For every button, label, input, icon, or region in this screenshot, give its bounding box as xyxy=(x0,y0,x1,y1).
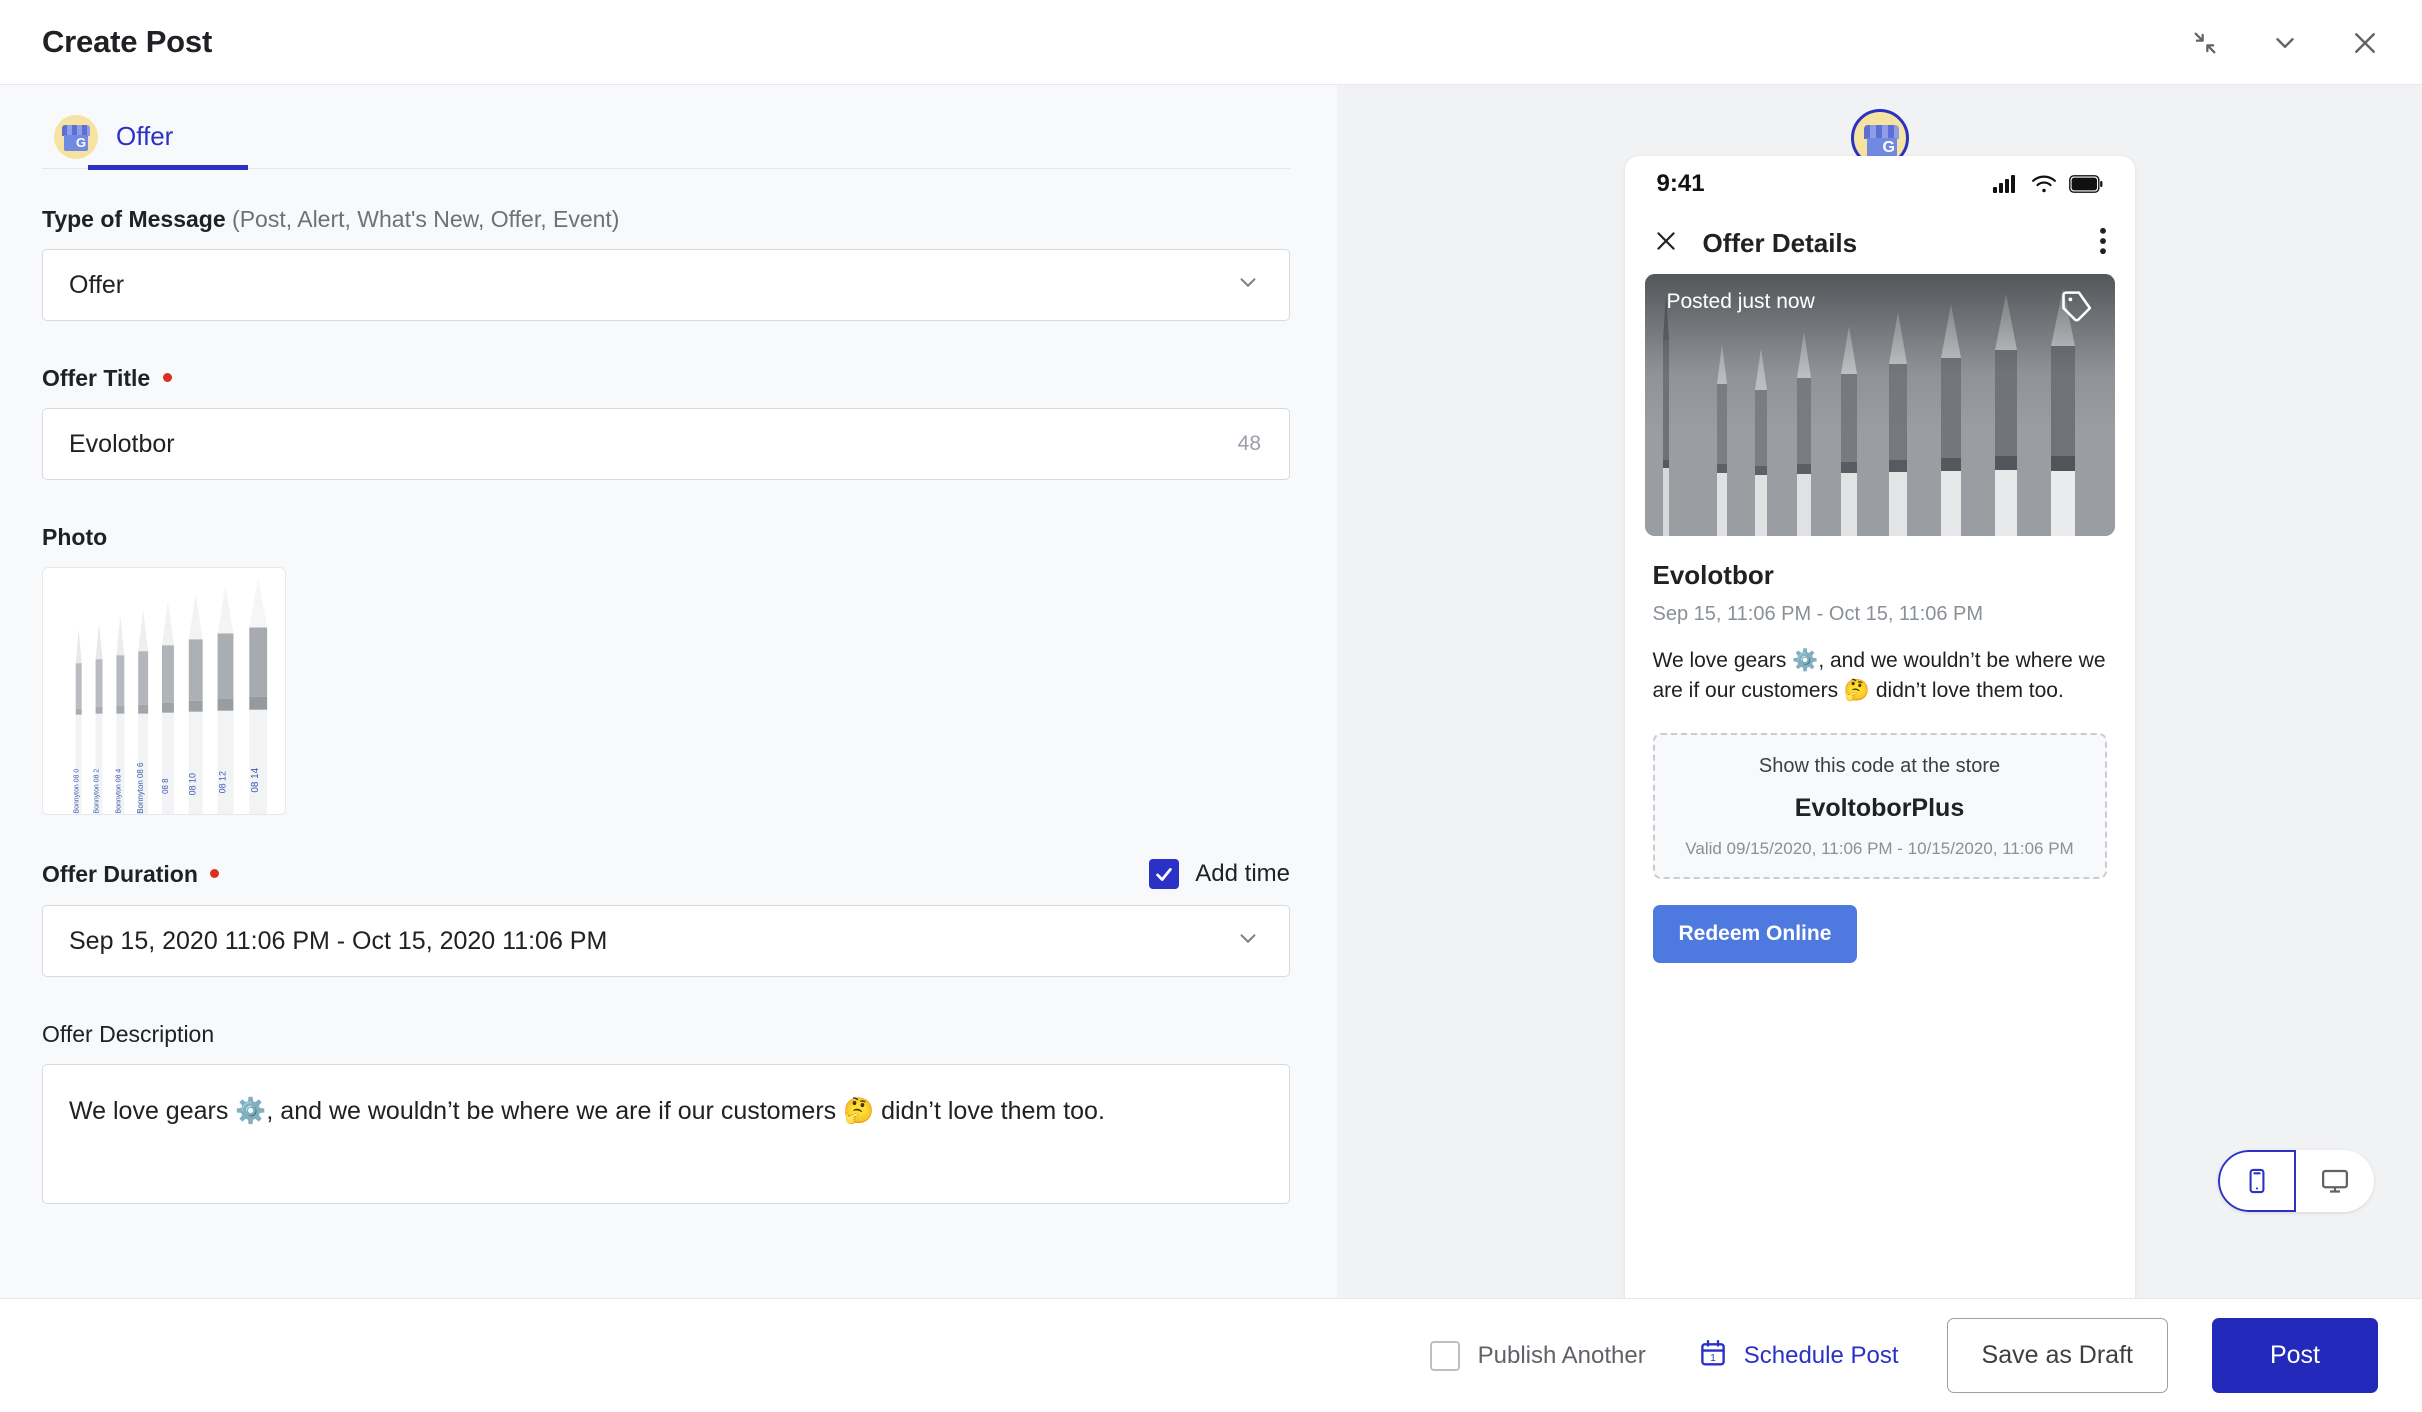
svg-text:Bonnyton 08 2: Bonnyton 08 2 xyxy=(94,769,101,814)
type-of-message-value: Offer xyxy=(69,270,125,299)
phone-app-header: Offer Details xyxy=(1625,212,2135,274)
post-button[interactable]: Post xyxy=(2211,1318,2378,1393)
device-view-toggle xyxy=(2218,1150,2374,1212)
field-offer-description: Offer Description We love gears ⚙️, and … xyxy=(42,1021,1295,1204)
create-post-dialog: Create Post G Offer Type of Message (Pos… xyxy=(0,0,2422,1412)
offer-duration-select[interactable]: Sep 15, 2020 11:06 PM - Oct 15, 2020 11:… xyxy=(42,905,1290,977)
svg-text:08 10: 08 10 xyxy=(188,773,198,795)
offer-title-label: Offer Title xyxy=(42,365,1295,392)
tab-active-indicator xyxy=(88,165,248,170)
field-type-of-message: Type of Message (Post, Alert, What's New… xyxy=(42,206,1295,321)
preview-body: Evolotbor Sep 15, 11:06 PM - Oct 15, 11:… xyxy=(1625,536,2135,963)
preview-offer-description: We love gears ⚙️, and we wouldn’t be whe… xyxy=(1652,649,2106,703)
phone-preview: 9:41 Offer Details Posted just now Evolo… xyxy=(1624,156,2135,1298)
chevron-down-icon xyxy=(1235,926,1261,957)
coupon-validity: Valid 09/15/2020, 11:06 PM - 10/15/2020,… xyxy=(1685,838,2074,858)
signal-icon xyxy=(1992,175,2015,193)
offer-title-char-counter: 48 xyxy=(1237,432,1261,455)
add-time-checkbox[interactable]: Add time xyxy=(1149,859,1290,889)
add-time-label: Add time xyxy=(1195,860,1290,887)
offer-tag-icon xyxy=(2059,288,2095,329)
dialog-footer: Publish Another 1 Schedule Post Save as … xyxy=(0,1298,2422,1412)
preview-offer-dates: Sep 15, 11:06 PM - Oct 15, 11:06 PM xyxy=(1652,603,1984,625)
type-of-message-hint: (Post, Alert, What's New, Offer, Event) xyxy=(232,206,620,232)
type-of-message-select[interactable]: Offer xyxy=(42,249,1290,321)
svg-text:08 12: 08 12 xyxy=(217,771,227,793)
photo-label: Photo xyxy=(42,524,108,550)
field-photo: Photo Bonnyton 08 0 Bonnyton 08 2 Bonnyt… xyxy=(42,524,1295,815)
svg-text:Bonnyton 08 6: Bonnyton 08 6 xyxy=(136,762,145,814)
required-indicator xyxy=(162,373,172,383)
battery-icon xyxy=(2068,175,2102,193)
schedule-post-label: Schedule Post xyxy=(1743,1341,1899,1369)
offer-duration-header: Offer Duration Add time xyxy=(42,859,1290,889)
schedule-post-button[interactable]: 1 Schedule Post xyxy=(1698,1338,1899,1373)
svg-text:08 14: 08 14 xyxy=(250,767,261,792)
close-icon[interactable] xyxy=(2344,22,2386,64)
posted-badge: Posted just now xyxy=(1666,290,1815,313)
checkbox-checked-icon xyxy=(1149,859,1180,889)
svg-text:1: 1 xyxy=(1710,1353,1716,1364)
dialog-titlebar: Create Post xyxy=(0,0,2422,85)
required-indicator xyxy=(210,868,220,878)
offer-title-value: Evolotbor xyxy=(69,429,175,458)
editor-tabs: G Offer xyxy=(0,85,1337,170)
coupon-code: EvoltoborPlus xyxy=(1794,793,1965,822)
window-controls xyxy=(2184,0,2386,85)
mobile-view-button[interactable] xyxy=(2218,1150,2296,1212)
svg-text:08 8: 08 8 xyxy=(161,778,170,794)
preview-hero-image: Posted just now xyxy=(1644,274,2115,536)
paintbrush-photo: Bonnyton 08 0 Bonnyton 08 2 Bonnyton 08 … xyxy=(43,568,285,814)
preview-header-title: Offer Details xyxy=(1702,227,1858,258)
status-icons xyxy=(1992,174,2103,194)
tab-offer-label: Offer xyxy=(116,121,174,151)
coupon-box: Show this code at the store EvoltoborPlu… xyxy=(1652,732,2107,879)
wifi-icon xyxy=(2031,175,2056,193)
offer-duration-value: Sep 15, 2020 11:06 PM - Oct 15, 2020 11:… xyxy=(69,926,608,955)
more-vertical-icon[interactable] xyxy=(2099,227,2107,260)
field-offer-title: Offer Title Evolotbor 48 xyxy=(42,365,1295,480)
post-form: Type of Message (Post, Alert, What's New… xyxy=(0,170,1337,1204)
offer-duration-label: Offer Duration xyxy=(42,861,220,888)
save-as-draft-button[interactable]: Save as Draft xyxy=(1946,1318,2168,1393)
status-time: 9:41 xyxy=(1656,170,1705,197)
offer-description-textarea[interactable]: We love gears ⚙️, and we wouldn’t be whe… xyxy=(42,1064,1290,1204)
phone-status-bar: 9:41 xyxy=(1625,156,2135,212)
coupon-hint: Show this code at the store xyxy=(1758,754,2001,777)
calendar-icon: 1 xyxy=(1698,1338,1728,1373)
checkbox-unchecked-icon xyxy=(1429,1340,1460,1371)
field-offer-duration: Offer Duration Add time Sep 15, 2020 11:… xyxy=(42,859,1295,977)
tab-offer[interactable]: G Offer xyxy=(42,85,195,170)
redeem-online-button[interactable]: Redeem Online xyxy=(1652,904,1858,963)
desktop-view-button[interactable] xyxy=(2296,1150,2374,1212)
google-business-profile-icon: G xyxy=(54,114,98,159)
collapse-icon[interactable] xyxy=(2184,22,2226,64)
close-icon[interactable] xyxy=(1653,228,1679,259)
offer-title-input[interactable]: Evolotbor 48 xyxy=(42,408,1290,480)
chevron-down-icon xyxy=(1235,270,1261,301)
photo-thumbnail[interactable]: Bonnyton 08 0 Bonnyton 08 2 Bonnyton 08 … xyxy=(42,567,286,815)
chevron-down-icon[interactable] xyxy=(2264,22,2306,64)
svg-text:Bonnyton 08 0: Bonnyton 08 0 xyxy=(74,769,81,814)
type-of-message-label: Type of Message (Post, Alert, What's New… xyxy=(42,206,620,232)
publish-another-label: Publish Another xyxy=(1477,1341,1646,1369)
preview-pane: G 9:41 Offer Details Posted just now Evo… xyxy=(1337,85,2422,1298)
offer-description-label: Offer Description xyxy=(42,1021,215,1047)
page-title: Create Post xyxy=(42,24,213,59)
publish-another-checkbox[interactable]: Publish Another xyxy=(1429,1340,1646,1371)
post-editor-pane: G Offer Type of Message (Post, Alert, Wh… xyxy=(0,85,1337,1298)
preview-offer-title: Evolotbor xyxy=(1652,560,1774,590)
svg-text:Bonnyton 08 4: Bonnyton 08 4 xyxy=(115,769,122,814)
